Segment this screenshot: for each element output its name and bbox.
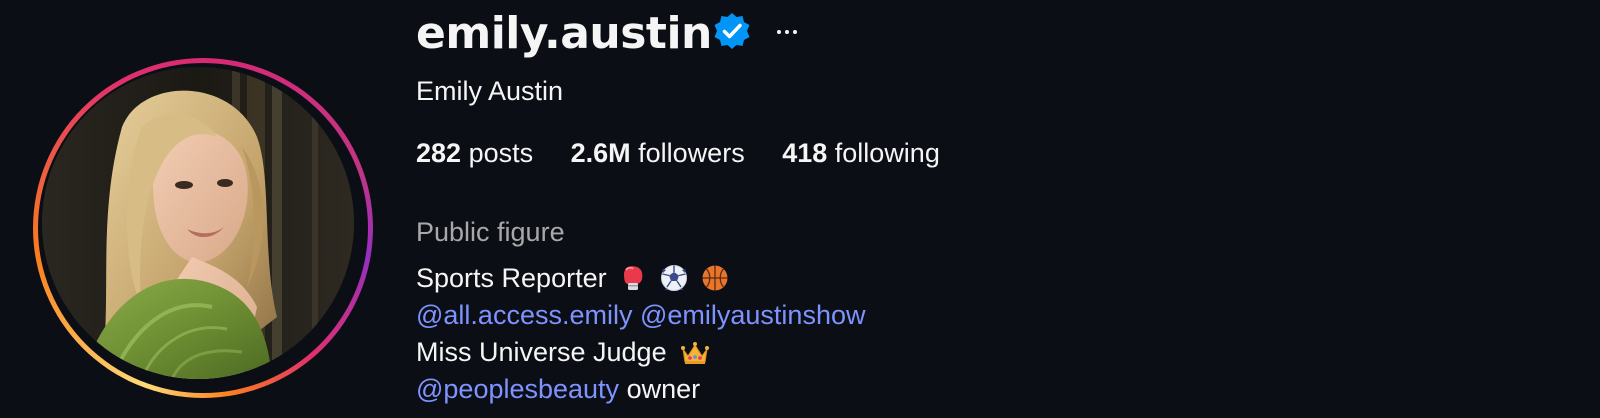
story-ring[interactable]: [33, 58, 373, 398]
category-label: Public figure: [416, 217, 565, 247]
basketball-icon: [701, 264, 729, 292]
full-name: Emily Austin: [416, 76, 564, 106]
following-link[interactable]: 418 following: [782, 136, 940, 170]
followers-link[interactable]: 2.6M followers: [571, 136, 745, 170]
bio-line-1: Sports Reporter: [416, 260, 865, 297]
profile-stats: 282 posts 2.6M followers 418 following: [416, 136, 970, 170]
followers-label: followers: [630, 138, 745, 168]
posts-label: posts: [461, 138, 534, 168]
mention-peoplesbeauty[interactable]: @peoplesbeauty: [416, 374, 619, 404]
bio-line-2: @all.access.emily @emilyaustinshow: [416, 297, 865, 334]
following-count: 418: [782, 138, 828, 168]
soccer-ball-icon: [660, 264, 688, 292]
verified-badge-icon: [712, 11, 752, 51]
mention-all-access-emily[interactable]: @all.access.emily: [416, 300, 632, 330]
bio-line-3: Miss Universe Judge: [416, 334, 865, 371]
username: emily.austin: [416, 8, 712, 59]
following-label: following: [827, 138, 940, 168]
mention-emilyaustinshow[interactable]: @emilyaustinshow: [640, 300, 866, 330]
bio-text-miss-universe-judge: Miss Universe Judge: [416, 337, 667, 367]
bio: Sports Reporter @all.access.emily @emily…: [416, 260, 865, 408]
more-options-icon[interactable]: [770, 14, 804, 48]
bio-line-4: @peoplesbeauty owner: [416, 371, 865, 408]
posts-count: 282: [416, 138, 462, 168]
posts-stat: 282 posts: [416, 136, 533, 170]
bio-text-owner: owner: [619, 374, 701, 404]
boxing-glove-icon: [620, 264, 646, 292]
profile-header: emily.austin Emily Austin 282 posts 2.6M…: [0, 0, 1600, 418]
crown-icon: [680, 340, 710, 366]
followers-count: 2.6M: [570, 138, 631, 168]
profile-photo[interactable]: [42, 67, 354, 379]
bio-text-sports-reporter: Sports Reporter: [416, 263, 607, 293]
profile-photo-image: [42, 67, 354, 379]
